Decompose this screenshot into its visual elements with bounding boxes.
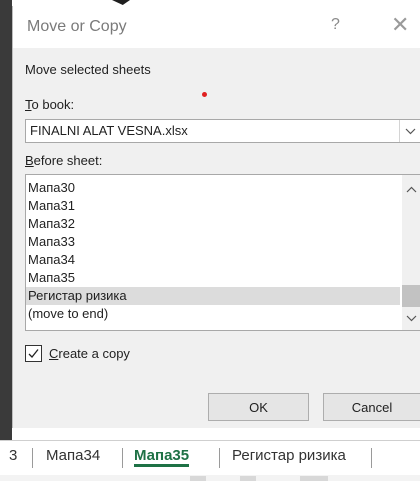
sheet-tab-mapa34[interactable]: Мапа34 bbox=[46, 447, 100, 464]
chevron-up-icon[interactable] bbox=[402, 183, 420, 197]
move-or-copy-dialog: Move or Copy ? ✕ Move selected sheets To… bbox=[12, 6, 420, 428]
dialog-title: Move or Copy bbox=[27, 18, 127, 35]
window-edge bbox=[0, 0, 12, 440]
sheet-list-item[interactable]: (move to end) bbox=[26, 305, 400, 323]
status-bar-fragment bbox=[190, 476, 206, 481]
close-icon[interactable]: ✕ bbox=[391, 12, 409, 38]
red-dot-marker bbox=[202, 92, 207, 97]
move-selected-sheets-label: Move selected sheets bbox=[25, 62, 151, 77]
chevron-down-icon[interactable] bbox=[399, 120, 420, 142]
tab-separator bbox=[219, 448, 220, 468]
status-bar-fragment bbox=[240, 476, 256, 481]
before-sheet-label-text: efore sheet: bbox=[33, 153, 103, 168]
sheet-list-item[interactable]: Мапа32 bbox=[26, 215, 400, 233]
tab-separator bbox=[32, 448, 33, 468]
to-book-combobox[interactable]: FINALNI ALAT VESNA.xlsx bbox=[25, 119, 420, 143]
chevron-down-icon[interactable] bbox=[402, 312, 420, 326]
listbox-scrollbar[interactable] bbox=[402, 175, 420, 330]
create-copy-label-text: reate a copy bbox=[58, 346, 130, 361]
ok-button[interactable]: OK bbox=[208, 393, 309, 421]
status-strip bbox=[0, 475, 420, 481]
create-copy-label[interactable]: Create a copy bbox=[49, 346, 130, 361]
before-sheet-listbox[interactable]: Мапа30 Мапа31 Мапа32 Мапа33 Мапа34 Мапа35 Реги… bbox=[25, 174, 420, 331]
sheet-list-item[interactable]: Мапа34 bbox=[26, 251, 400, 269]
tab-separator bbox=[371, 448, 372, 468]
sheet-list-item[interactable]: Мапа35 bbox=[26, 269, 400, 287]
to-book-label-text: o book: bbox=[31, 97, 75, 112]
sheet-list: Мапа30 Мапа31 Мапа32 Мапа33 Мапа34 Мапа35 Реги… bbox=[26, 179, 400, 323]
dialog-titlebar: Move or Copy ? ✕ bbox=[13, 6, 420, 48]
cursor-fragment bbox=[112, 0, 130, 5]
sheet-list-item[interactable]: Мапа31 bbox=[26, 197, 400, 215]
sheet-tab-registar-rizika[interactable]: Регистар ризика bbox=[232, 447, 346, 464]
to-book-value: FINALNI ALAT VESNA.xlsx bbox=[30, 123, 188, 138]
scrollbar-thumb[interactable] bbox=[402, 285, 420, 307]
before-sheet-label: Before sheet: bbox=[25, 153, 102, 168]
before-sheet-accelerator: B bbox=[25, 153, 34, 168]
question-mark-icon[interactable]: ? bbox=[331, 16, 340, 34]
create-copy-accelerator: C bbox=[49, 346, 59, 361]
create-copy-checkbox[interactable] bbox=[25, 345, 42, 362]
sheet-tab-mapa35[interactable]: Мапа35 bbox=[134, 447, 190, 467]
status-bar-fragment bbox=[300, 476, 328, 481]
tab-separator bbox=[122, 448, 123, 468]
sheet-tab-partial[interactable]: 3 bbox=[9, 447, 17, 464]
sheet-list-item[interactable]: Мапа33 bbox=[26, 233, 400, 251]
cancel-button[interactable]: Cancel bbox=[323, 393, 420, 421]
sheet-list-item[interactable]: Мапа30 bbox=[26, 179, 400, 197]
sheet-list-item[interactable]: Регистар ризика bbox=[26, 287, 400, 305]
to-book-label: To book: bbox=[25, 97, 74, 112]
checkmark-icon bbox=[28, 349, 39, 358]
